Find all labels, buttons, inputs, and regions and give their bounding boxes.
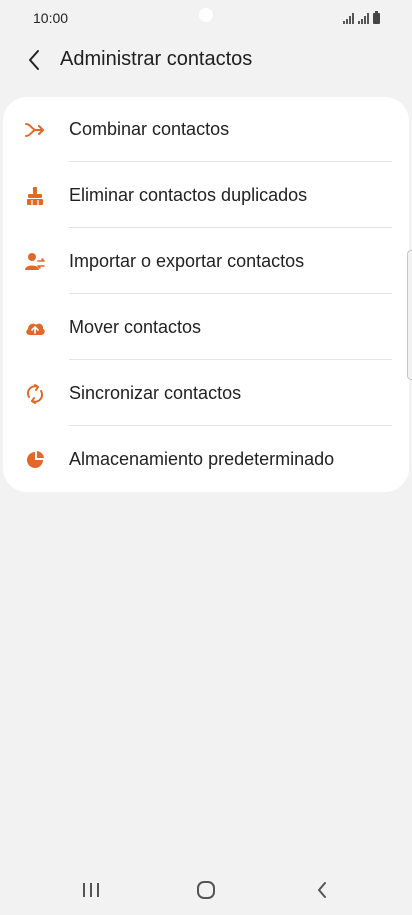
status-bar: 10:00	[0, 0, 412, 36]
merge-arrow-icon	[25, 123, 44, 137]
divider	[69, 227, 392, 228]
status-icons	[343, 10, 380, 24]
sync-icon	[26, 384, 44, 404]
back-button[interactable]	[20, 46, 48, 74]
recent-apps-button[interactable]	[77, 876, 105, 904]
menu-item-default-storage[interactable]: Almacenamiento predeterminado	[3, 427, 409, 493]
menu-item-import-export[interactable]: Importar o exportar contactos	[3, 229, 409, 295]
nav-back-button[interactable]	[308, 876, 336, 904]
menu-item-label: Mover contactos	[69, 317, 202, 337]
home-icon	[197, 881, 215, 899]
pie-storage-icon	[27, 451, 44, 468]
menu-item-label: Importar o exportar contactos	[69, 251, 305, 271]
divider	[69, 425, 392, 426]
menu-item-move[interactable]: Mover contactos	[3, 295, 409, 361]
menu-item-sync[interactable]: Sincronizar contactos	[3, 361, 409, 427]
home-button[interactable]	[192, 876, 220, 904]
camera-cutout	[199, 8, 213, 22]
menu-item-combine[interactable]: Combinar contactos	[3, 97, 409, 163]
edge-scroll-handle[interactable]	[407, 250, 412, 380]
menu-item-label: Combinar contactos	[69, 119, 230, 139]
cloud-upload-icon	[26, 323, 45, 335]
app-header: Administrar contactos	[0, 36, 412, 86]
divider	[69, 161, 392, 162]
menu-item-label: Eliminar contactos duplicados	[69, 185, 308, 205]
signal-icon	[343, 12, 354, 24]
menu-card: Combinar contactos Eliminar contactos du…	[3, 97, 409, 492]
status-time: 10:00	[33, 10, 69, 26]
back-icon	[318, 882, 326, 898]
menu-item-label: Sincronizar contactos	[69, 383, 242, 403]
chevron-left-icon	[29, 50, 39, 70]
navigation-bar	[0, 862, 412, 915]
divider	[69, 359, 392, 360]
page-title: Administrar contactos	[60, 48, 253, 70]
person-transfer-icon	[25, 253, 45, 270]
menu-item-remove-duplicates[interactable]: Eliminar contactos duplicados	[3, 163, 409, 229]
signal-icon	[358, 12, 369, 24]
battery-icon	[373, 11, 380, 24]
recent-apps-icon	[83, 883, 99, 897]
menu-item-label: Almacenamiento predeterminado	[69, 449, 335, 469]
divider	[69, 293, 392, 294]
broom-icon	[27, 187, 43, 205]
